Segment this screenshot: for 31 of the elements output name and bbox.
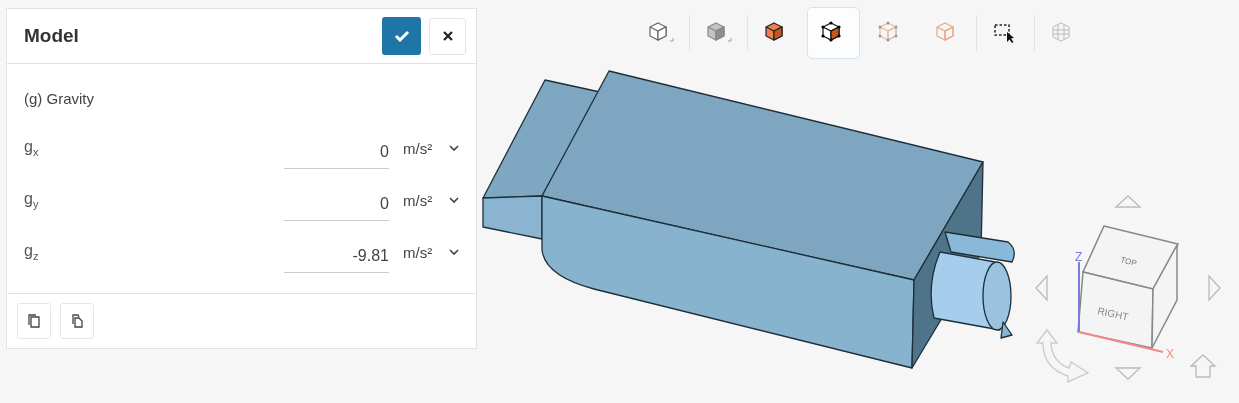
axis-label: X [1166, 347, 1174, 361]
check-icon [393, 30, 410, 42]
copy-button[interactable] [17, 303, 51, 339]
view-mode-button[interactable] [807, 7, 860, 59]
unit-label[interactable]: m/s² [403, 191, 443, 209]
unit-label[interactable]: m/s² [403, 139, 443, 157]
chevron-icon[interactable] [449, 144, 459, 152]
section-label: (g) Gravity [24, 90, 94, 107]
close-icon [442, 31, 453, 41]
copy-icon [27, 313, 41, 329]
face-label: RIGHT [1096, 305, 1130, 323]
face-label: TOP [1119, 255, 1138, 268]
solid-cube-icon [705, 21, 732, 45]
z-axis-line [1078, 261, 1080, 333]
close-button[interactable] [429, 17, 466, 55]
value-field[interactable]: 0 [284, 187, 389, 221]
confirm-button[interactable] [382, 17, 421, 55]
field-label: g$_{y}$ [24, 189, 40, 211]
field-label: g$_{x}$ [24, 137, 40, 159]
chevron-icon[interactable] [449, 248, 459, 256]
paste-icon [70, 313, 84, 329]
view-cube-drawing[interactable] [1077, 225, 1180, 349]
value-field[interactable]: 0 [284, 135, 389, 169]
unit-label[interactable]: m/s² [403, 243, 443, 261]
field-label: g$_{z}$ [24, 241, 40, 263]
wire-cube-icon [647, 21, 674, 45]
panel-title: Model [24, 25, 80, 47]
paste-button[interactable] [60, 303, 94, 339]
value-field[interactable]: -9.81 [284, 239, 389, 273]
chevron-icon[interactable] [449, 196, 459, 204]
axis-label: Z [1075, 250, 1083, 264]
